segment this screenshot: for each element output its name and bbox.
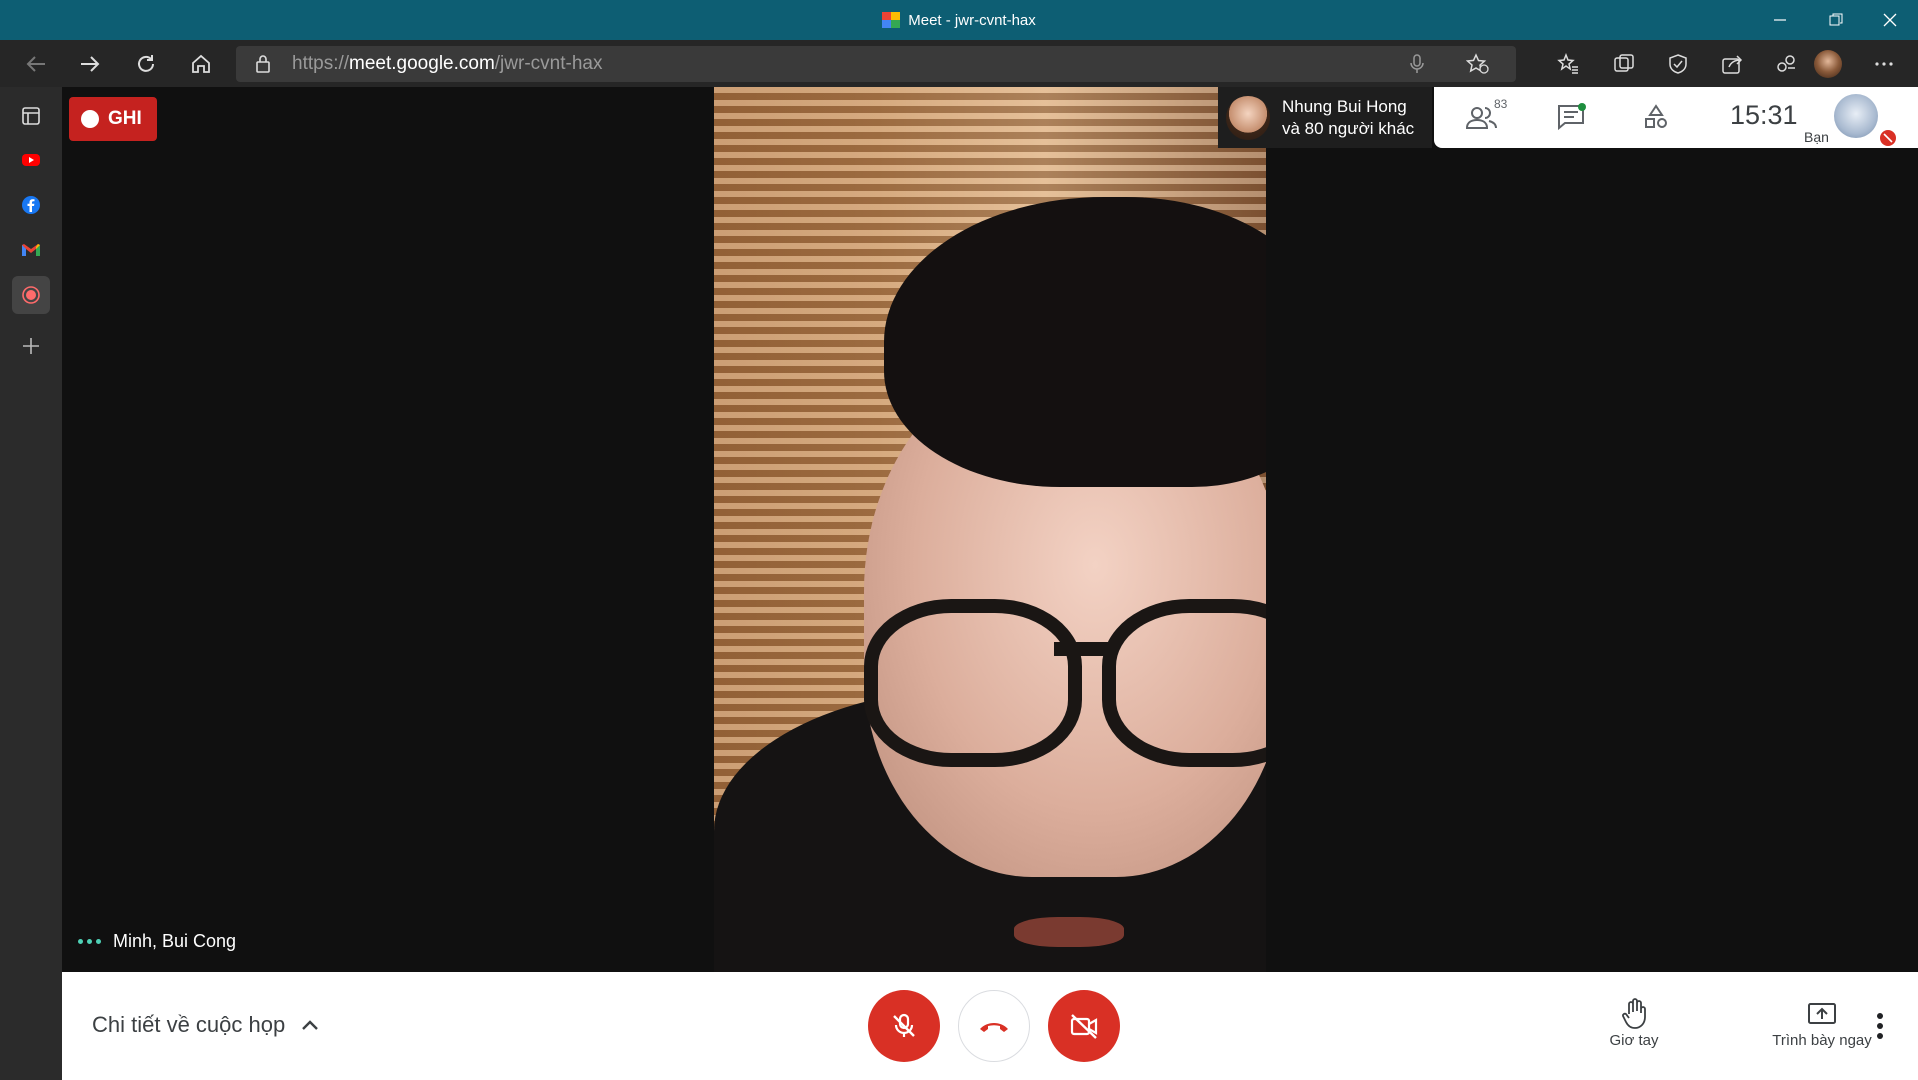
- refresh-button[interactable]: [128, 48, 164, 80]
- meeting-clock: 15:31: [1730, 100, 1798, 130]
- youtube-icon: [22, 154, 40, 166]
- more-options-button[interactable]: [1868, 1008, 1892, 1044]
- profile-avatar: [1814, 50, 1842, 78]
- self-muted-icon: [1880, 130, 1896, 146]
- tab-icon: [22, 107, 40, 125]
- address-bar[interactable]: https://meet.google.com/jwr-cvnt-hax: [236, 46, 1516, 82]
- raise-hand-button[interactable]: Giơ tay: [1574, 996, 1694, 1049]
- share-button[interactable]: [1714, 48, 1750, 80]
- recording-label: GHI: [108, 108, 142, 129]
- video-mouth: [1014, 917, 1124, 947]
- home-button[interactable]: [183, 48, 219, 80]
- back-icon: [26, 56, 45, 72]
- self-label: Bạn: [1804, 129, 1829, 145]
- recording-dot-icon: [81, 110, 99, 128]
- meeting-details-button[interactable]: Chi tiết về cuộc họp: [92, 1012, 319, 1038]
- facebook-icon: [22, 196, 40, 214]
- url-text: https://meet.google.com/jwr-cvnt-hax: [292, 53, 603, 74]
- more-vertical-icon: [1877, 1013, 1883, 1019]
- self-avatar[interactable]: [1834, 94, 1878, 138]
- browser-toolbar: https://meet.google.com/jwr-cvnt-hax: [0, 40, 1918, 87]
- settings-more-button[interactable]: [1866, 48, 1902, 80]
- meeting-control-bar: Chi tiết về cuộc họp Giơ tay Trình bày n…: [62, 972, 1918, 1080]
- speaker-name: Minh, Bui Cong: [113, 931, 237, 951]
- refresh-icon: [138, 55, 154, 72]
- gmail-icon: [22, 244, 40, 256]
- window-title: Meet - jwr-cvnt-hax: [0, 0, 1918, 40]
- meeting-top-panel: 83 15:31 Bạn: [1434, 87, 1918, 148]
- window-title-text: Meet - jwr-cvnt-hax: [908, 11, 1036, 29]
- chevron-up-icon: [302, 1020, 319, 1030]
- collections-icon: [1614, 54, 1634, 72]
- extensions-button[interactable]: [1768, 48, 1804, 80]
- participant-avatar: [1226, 95, 1270, 140]
- close-window-button[interactable]: [1862, 0, 1918, 40]
- mic-icon[interactable]: [1408, 54, 1426, 79]
- recording-badge[interactable]: GHI: [69, 97, 157, 141]
- restore-button[interactable]: [1808, 0, 1864, 40]
- forward-button[interactable]: [72, 48, 108, 80]
- sidebar-add-button[interactable]: [12, 327, 50, 365]
- collections-button[interactable]: [1606, 48, 1642, 80]
- speaking-indicator-icon: [78, 939, 101, 944]
- microphone-toggle-button[interactable]: [868, 990, 940, 1062]
- profile-button[interactable]: [1810, 48, 1846, 80]
- record-icon: [22, 286, 40, 304]
- video-glasses-bridge: [1054, 642, 1116, 656]
- sidebar-youtube-button[interactable]: [12, 141, 50, 179]
- meeting-details-label: Chi tiết về cuộc họp: [92, 1012, 286, 1037]
- minimize-button[interactable]: [1752, 0, 1808, 40]
- window-titlebar: Meet - jwr-cvnt-hax: [0, 0, 1918, 40]
- activities-button[interactable]: [1634, 97, 1678, 137]
- sidebar-tab-button[interactable]: [12, 97, 50, 135]
- others-count-text: và 80 người khác: [1282, 118, 1415, 138]
- sidebar-record-button[interactable]: [12, 276, 50, 314]
- sidebar-gmail-button[interactable]: [12, 231, 50, 269]
- more-icon: [1875, 62, 1893, 66]
- present-icon: [1808, 1003, 1836, 1024]
- camera-toggle-button[interactable]: [1048, 990, 1120, 1062]
- others-name: Nhung Bui Hong: [1282, 96, 1407, 116]
- meet-logo-icon: [882, 12, 901, 28]
- browser-essentials-button[interactable]: [1660, 48, 1696, 80]
- lock-icon[interactable]: [254, 54, 272, 79]
- video-glasses-right: [1102, 599, 1266, 767]
- hang-up-icon: [980, 1023, 1008, 1032]
- mic-off-icon: [893, 1013, 915, 1037]
- add-icon: [23, 338, 39, 354]
- video-glasses-left: [864, 599, 1082, 767]
- extensions-icon: [1777, 55, 1795, 72]
- chat-button[interactable]: [1550, 97, 1594, 137]
- share-icon: [1722, 55, 1743, 74]
- add-favorite-icon[interactable]: [1465, 53, 1490, 80]
- shapes-icon: [1645, 104, 1667, 128]
- home-icon: [192, 54, 210, 73]
- other-participants-tile[interactable]: Nhung Bui Hong và 80 người khác: [1218, 87, 1432, 148]
- favorites-button[interactable]: [1550, 48, 1586, 80]
- camera-off-icon: [1070, 1014, 1098, 1039]
- leave-call-button[interactable]: [958, 990, 1030, 1062]
- sidebar-facebook-button[interactable]: [12, 186, 50, 224]
- browser-essentials-icon: [1669, 54, 1687, 74]
- favorites-icon: [1557, 53, 1578, 74]
- video-person-hair: [884, 197, 1266, 487]
- back-button[interactable]: [18, 48, 54, 80]
- browser-sidebar: [0, 87, 62, 1080]
- speaker-name-tag: Minh, Bui Cong: [78, 931, 236, 952]
- close-icon: [1883, 13, 1897, 27]
- meet-stage: GHI Minh, Bui Cong Nhung Bui Hong và 80 …: [62, 87, 1918, 1080]
- participant-count: 83: [1494, 97, 1508, 111]
- forward-icon: [81, 56, 100, 72]
- minimize-icon: [1774, 19, 1786, 21]
- chat-icon: [1558, 103, 1586, 131]
- restore-icon: [1829, 13, 1843, 26]
- participant-video[interactable]: [714, 87, 1266, 972]
- hand-icon: [1622, 998, 1646, 1029]
- raise-hand-label: Giơ tay: [1609, 1032, 1659, 1049]
